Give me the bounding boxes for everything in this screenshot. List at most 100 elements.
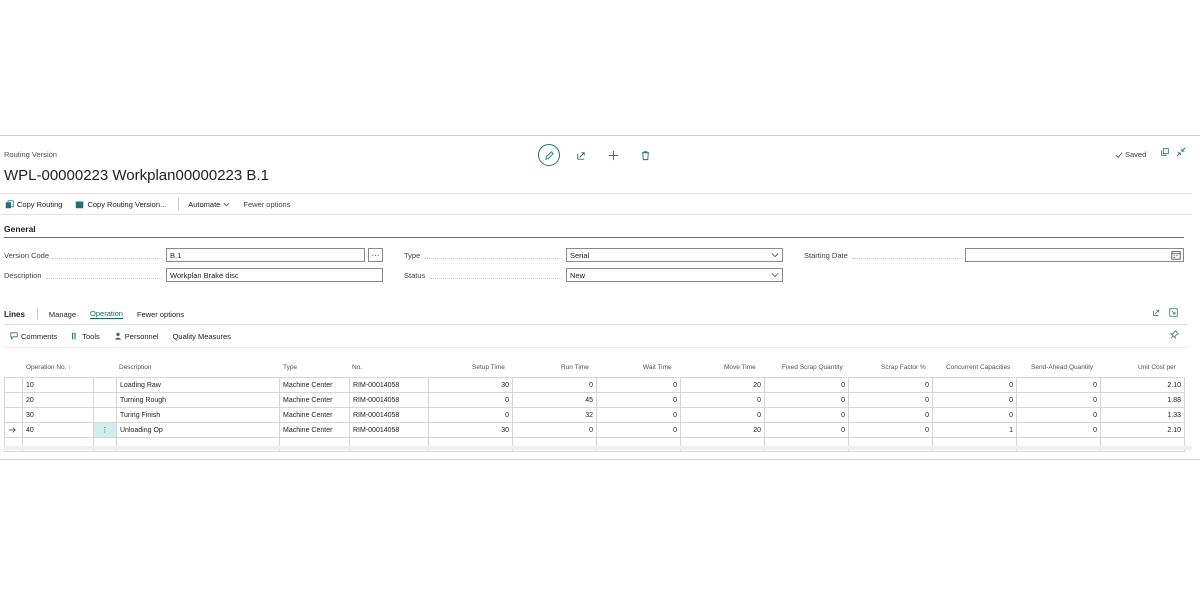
personnel-button[interactable]: Personnel: [114, 332, 159, 341]
cell-description[interactable]: Unloading Op: [116, 422, 280, 438]
collapse-button[interactable]: [1176, 147, 1186, 157]
lines-title[interactable]: Lines: [4, 310, 25, 319]
tools-button[interactable]: Tools: [71, 332, 100, 341]
cell-type[interactable]: Machine Center: [279, 422, 350, 438]
edit-button[interactable]: [538, 144, 560, 166]
calendar-icon[interactable]: [1171, 250, 1181, 260]
cell-operation-no[interactable]: 40: [22, 422, 94, 438]
col-fixed-scrap-quantity[interactable]: Fixed Scrap Quantity: [782, 364, 843, 371]
version-code-field[interactable]: B.1: [166, 248, 365, 262]
status-select[interactable]: New: [566, 268, 783, 282]
row-context-cell[interactable]: [93, 392, 117, 408]
tab-operation[interactable]: Operation: [90, 309, 123, 319]
cell-setup-time[interactable]: 30: [428, 422, 513, 438]
col-scrap-factor[interactable]: Scrap Factor %: [881, 364, 926, 371]
automate-menu[interactable]: Automate: [188, 200, 230, 209]
cell-fixed-scrap-quantity[interactable]: 0: [764, 392, 849, 408]
open-new-window-button[interactable]: [1160, 147, 1170, 157]
cell-run-time[interactable]: 32: [512, 407, 597, 423]
cell-move-time[interactable]: 20: [680, 422, 765, 438]
cell-wait-time[interactable]: 0: [596, 392, 681, 408]
fewer-options-button[interactable]: Fewer options: [243, 200, 290, 209]
copy-routing-version-button[interactable]: Copy Routing Version...: [75, 200, 166, 209]
cell-type[interactable]: Machine Center: [279, 377, 350, 393]
col-description[interactable]: Description: [119, 364, 152, 371]
cell-scrap-factor[interactable]: 0: [848, 392, 933, 408]
lines-expand-button[interactable]: [1169, 308, 1178, 317]
cell-fixed-scrap-quantity[interactable]: 0: [764, 377, 849, 393]
grid-scrollbar[interactable]: [4, 446, 1192, 450]
row-context-cell[interactable]: [93, 407, 117, 423]
pin-button[interactable]: [1170, 330, 1179, 339]
cell-setup-time[interactable]: 30: [428, 377, 513, 393]
col-send-ahead-quantity[interactable]: Send-Ahead Quantity: [1031, 364, 1093, 371]
type-select[interactable]: Serial: [566, 248, 783, 262]
comments-button[interactable]: Comments: [10, 332, 57, 341]
share-button[interactable]: [570, 144, 592, 166]
table-row[interactable]: 10 Loading Raw Machine Center RIM-000140…: [4, 377, 1185, 393]
starting-date-field[interactable]: [965, 248, 1184, 262]
cell-concurrent-capacities[interactable]: 0: [932, 377, 1017, 393]
cell-description[interactable]: Turing Finish: [116, 407, 280, 423]
lines-share-button[interactable]: [1152, 308, 1161, 317]
cell-no[interactable]: RIM-00014058: [349, 407, 429, 423]
cell-unit-cost-per[interactable]: 1.88: [1100, 392, 1185, 408]
col-run-time[interactable]: Run Time: [561, 364, 589, 371]
quality-measures-button[interactable]: Quality Measures: [173, 332, 231, 341]
row-context-menu-button[interactable]: ⋮: [93, 422, 117, 438]
cell-description[interactable]: Loading Raw: [116, 377, 280, 393]
cell-wait-time[interactable]: 0: [596, 407, 681, 423]
delete-button[interactable]: [634, 144, 656, 166]
cell-run-time[interactable]: 45: [512, 392, 597, 408]
cell-operation-no[interactable]: 20: [22, 392, 94, 408]
col-operation-no[interactable]: Operation No. ↑: [26, 364, 72, 371]
cell-no[interactable]: RIM-00014058: [349, 377, 429, 393]
cell-run-time[interactable]: 0: [512, 377, 597, 393]
cell-description[interactable]: Turning Rough: [116, 392, 280, 408]
tab-fewer-options[interactable]: Fewer options: [137, 310, 184, 319]
cell-type[interactable]: Machine Center: [279, 392, 350, 408]
cell-send-ahead-quantity[interactable]: 0: [1016, 422, 1101, 438]
description-field[interactable]: Workplan Brake disc: [166, 268, 383, 282]
cell-unit-cost-per[interactable]: 1.33: [1100, 407, 1185, 423]
add-button[interactable]: [602, 144, 624, 166]
copy-routing-button[interactable]: Copy Routing: [5, 200, 62, 209]
cell-scrap-factor[interactable]: 0: [848, 377, 933, 393]
cell-unit-cost-per[interactable]: 2.10: [1100, 422, 1185, 438]
cell-wait-time[interactable]: 0: [596, 422, 681, 438]
cell-no[interactable]: RIM-00014058: [349, 392, 429, 408]
row-context-cell[interactable]: [93, 377, 117, 393]
cell-operation-no[interactable]: 30: [22, 407, 94, 423]
col-move-time[interactable]: Move Time: [724, 364, 756, 371]
col-concurrent-capacities[interactable]: Concurrent Capacities: [946, 364, 1010, 371]
cell-send-ahead-quantity[interactable]: 0: [1016, 392, 1101, 408]
table-row-selected[interactable]: 40 ⋮ Unloading Op Machine Center RIM-000…: [4, 422, 1185, 438]
col-wait-time[interactable]: Wait Time: [643, 364, 672, 371]
col-no[interactable]: No.: [352, 364, 362, 371]
cell-no[interactable]: RIM-00014058: [349, 422, 429, 438]
cell-move-time[interactable]: 20: [680, 377, 765, 393]
cell-concurrent-capacities[interactable]: 0: [932, 407, 1017, 423]
col-unit-cost-per[interactable]: Unit Cost per: [1138, 364, 1176, 371]
cell-operation-no[interactable]: 10: [22, 377, 94, 393]
cell-setup-time[interactable]: 0: [428, 392, 513, 408]
col-type[interactable]: Type: [283, 364, 297, 371]
cell-scrap-factor[interactable]: 0: [848, 407, 933, 423]
version-code-lookup-button[interactable]: ⋯: [368, 248, 383, 262]
cell-move-time[interactable]: 0: [680, 407, 765, 423]
cell-run-time[interactable]: 0: [512, 422, 597, 438]
general-section-title[interactable]: General: [4, 224, 36, 234]
cell-scrap-factor[interactable]: 0: [848, 422, 933, 438]
cell-send-ahead-quantity[interactable]: 0: [1016, 407, 1101, 423]
cell-concurrent-capacities[interactable]: 1: [932, 422, 1017, 438]
cell-unit-cost-per[interactable]: 2.10: [1100, 377, 1185, 393]
cell-fixed-scrap-quantity[interactable]: 0: [764, 422, 849, 438]
cell-move-time[interactable]: 0: [680, 392, 765, 408]
table-row[interactable]: 20 Turning Rough Machine Center RIM-0001…: [4, 392, 1185, 408]
cell-concurrent-capacities[interactable]: 0: [932, 392, 1017, 408]
tab-manage[interactable]: Manage: [49, 310, 76, 319]
cell-send-ahead-quantity[interactable]: 0: [1016, 377, 1101, 393]
cell-wait-time[interactable]: 0: [596, 377, 681, 393]
cell-fixed-scrap-quantity[interactable]: 0: [764, 407, 849, 423]
table-row[interactable]: 30 Turing Finish Machine Center RIM-0001…: [4, 407, 1185, 423]
